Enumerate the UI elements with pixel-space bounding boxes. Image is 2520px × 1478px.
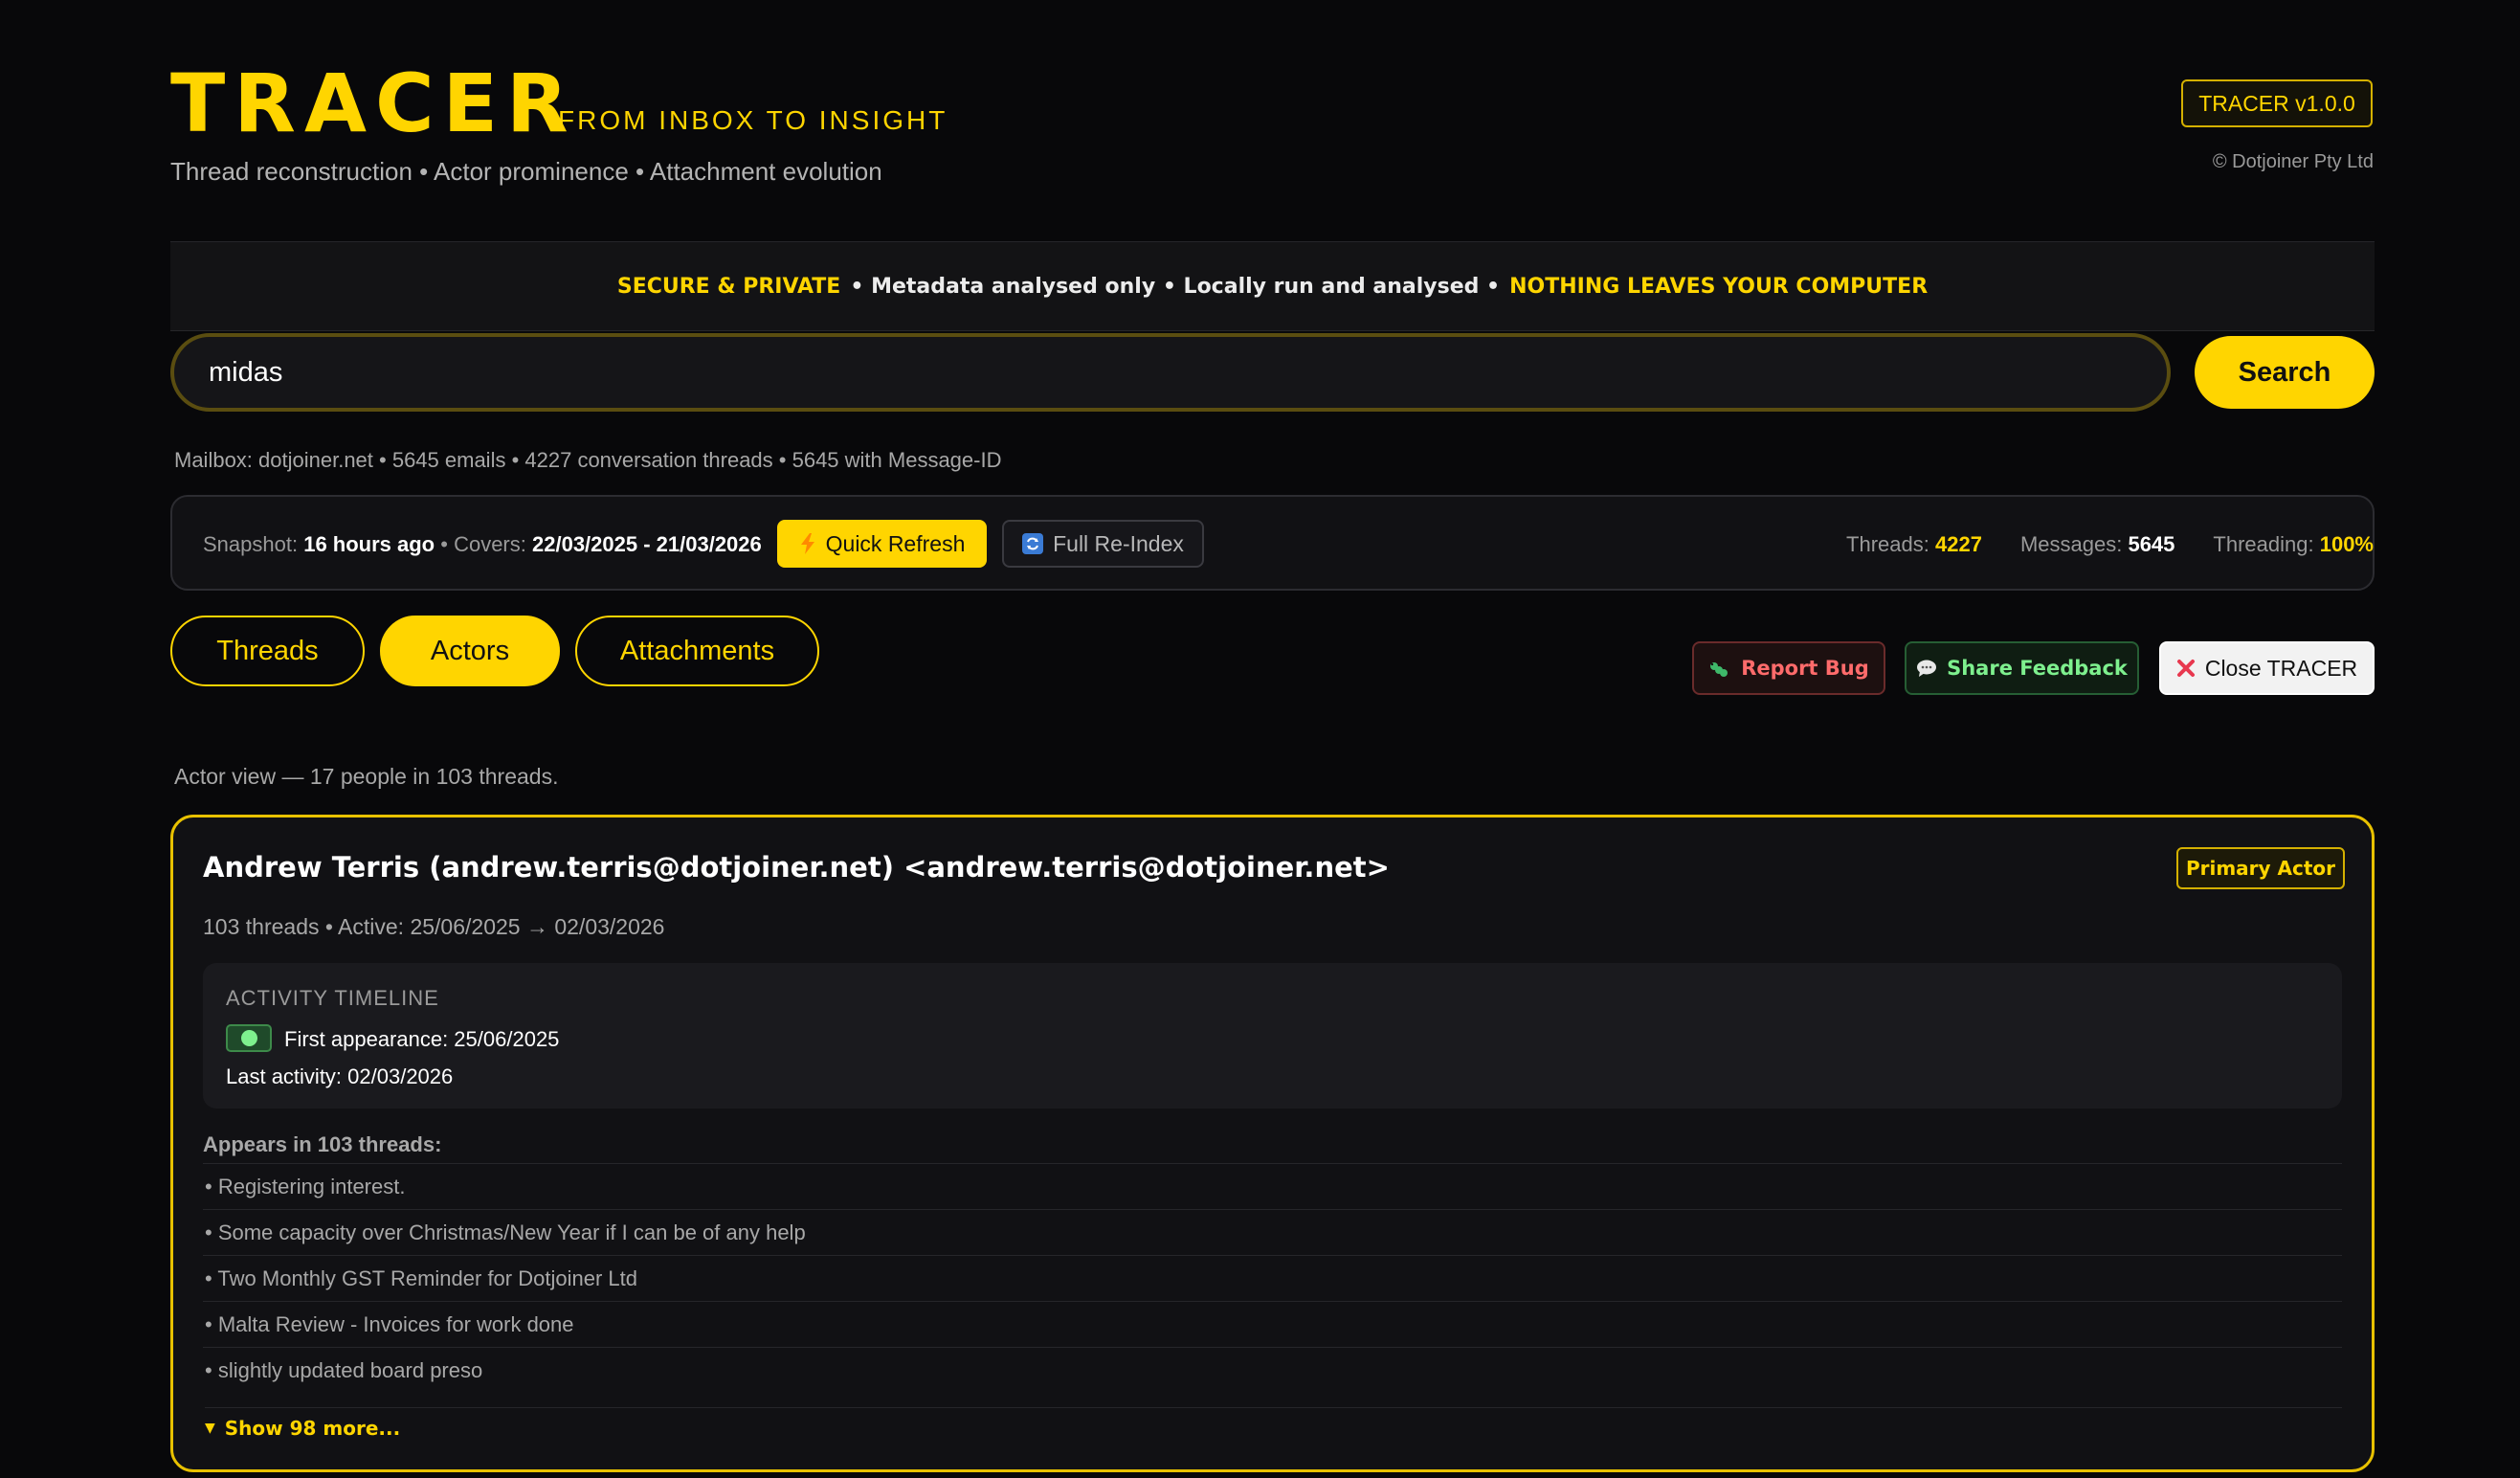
list-item[interactable]: • Registering interest. [203,1163,2342,1209]
snapshot-age: 16 hours ago [303,532,435,556]
triangle-down-icon: ▼ [205,1421,215,1436]
report-bug-label: Report Bug [1741,657,1869,680]
banner-middle: • Metadata analysed only • Locally run a… [850,274,1501,299]
snapshot-range: 22/03/2025 - 21/03/2026 [532,532,762,556]
banner-secure: SECURE & PRIVATE [616,274,841,299]
privacy-banner: SECURE & PRIVATE • Metadata analysed onl… [170,241,2375,331]
threads-stat-value: 4227 [1934,532,1982,556]
messages-stat-value: 5645 [2128,532,2175,556]
last-activity: Last activity: 02/03/2026 [226,1064,454,1088]
first-appearance-indicator [226,1024,272,1052]
banner-nothing-leaves: NOTHING LEAVES YOUR COMPUTER [1509,274,1929,299]
actor-meta: 103 threads • Active: 25/06/2025 → 02/03… [203,914,665,939]
quick-refresh-label: Quick Refresh [825,530,966,556]
show-more-label: Show 98 more... [224,1417,401,1440]
appears-in-label: Appears in 103 threads: [203,1132,442,1156]
version-badge: TRACER v1.0.0 [2181,79,2373,127]
list-item[interactable]: • Some capacity over Christmas/New Year … [203,1209,2342,1255]
list-item[interactable]: • Two Monthly GST Reminder for Dotjoiner… [203,1255,2342,1301]
actor-view-summary: Actor view — 17 people in 103 threads. [174,764,559,789]
report-bug-button[interactable]: Report Bug [1692,641,1885,695]
snapshot-label: Snapshot: [203,532,299,556]
covers-label: • Covers: [440,532,526,556]
timeline-title: ACTIVITY TIMELINE [226,986,439,1010]
show-more-link[interactable]: ▼ Show 98 more... [205,1407,2342,1448]
app-tagline: FROM INBOX TO INSIGHT [558,105,948,135]
full-reindex-label: Full Re-Index [1053,530,1184,556]
app-logo: TRACER [170,56,577,150]
close-tracer-button[interactable]: Close TRACER [2159,641,2375,695]
share-feedback-button[interactable]: Share Feedback [1905,641,2139,695]
threading-stat-value: 100% [2319,532,2374,556]
threads-stat: Threads: 4227 [1846,532,1982,557]
tab-threads[interactable]: Threads [170,616,365,686]
tab-actors[interactable]: Actors [380,616,560,686]
tab-attachments[interactable]: Attachments [575,616,819,686]
close-tracer-label: Close TRACER [2204,655,2358,681]
speech-bubble-icon [1917,660,1937,677]
full-reindex-button[interactable]: Full Re-Index [1002,520,1204,568]
tracer-app: TRACER FROM INBOX TO INSIGHT Thread reco… [0,0,2520,1478]
copyright: © Dotjoiner Pty Ltd [2212,151,2374,172]
list-item[interactable]: • Malta Review - Invoices for work done [203,1301,2342,1347]
lightning-icon [800,533,814,554]
search-button[interactable]: Search [2195,336,2375,409]
threads-stat-label: Threads: [1846,532,1929,556]
actor-name: Andrew Terris (andrew.terris@dotjoiner.n… [203,851,1390,884]
messages-stat-label: Messages: [2019,532,2123,556]
bug-icon [1710,662,1728,677]
threading-stat: Threading: 100% [2213,532,2374,557]
messages-stat: Messages: 5645 [2020,532,2174,557]
thread-list: • Registering interest. • Some capacity … [203,1163,2342,1393]
list-item[interactable]: • slightly updated board preso [203,1347,2342,1393]
first-appearance: First appearance: 25/06/2025 [284,1027,560,1051]
index-stats: Threads: 4227 Messages: 5645 Threading: … [1846,532,2374,557]
app-subtitle: Thread reconstruction • Actor prominence… [170,157,882,186]
green-dot-icon [240,1030,257,1046]
close-x-icon [2176,660,2195,677]
quick-refresh-button[interactable]: Quick Refresh [777,520,987,568]
primary-actor-badge: Primary Actor [2176,847,2345,889]
search-input[interactable] [170,333,2171,412]
snapshot-info: Snapshot: 16 hours ago • Covers: 22/03/2… [203,532,762,557]
refresh-icon [1022,533,1044,554]
share-feedback-label: Share Feedback [1947,657,2128,680]
threading-stat-label: Threading: [2213,532,2314,556]
mailbox-info: Mailbox: dotjoiner.net • 5645 emails • 4… [174,448,1002,472]
